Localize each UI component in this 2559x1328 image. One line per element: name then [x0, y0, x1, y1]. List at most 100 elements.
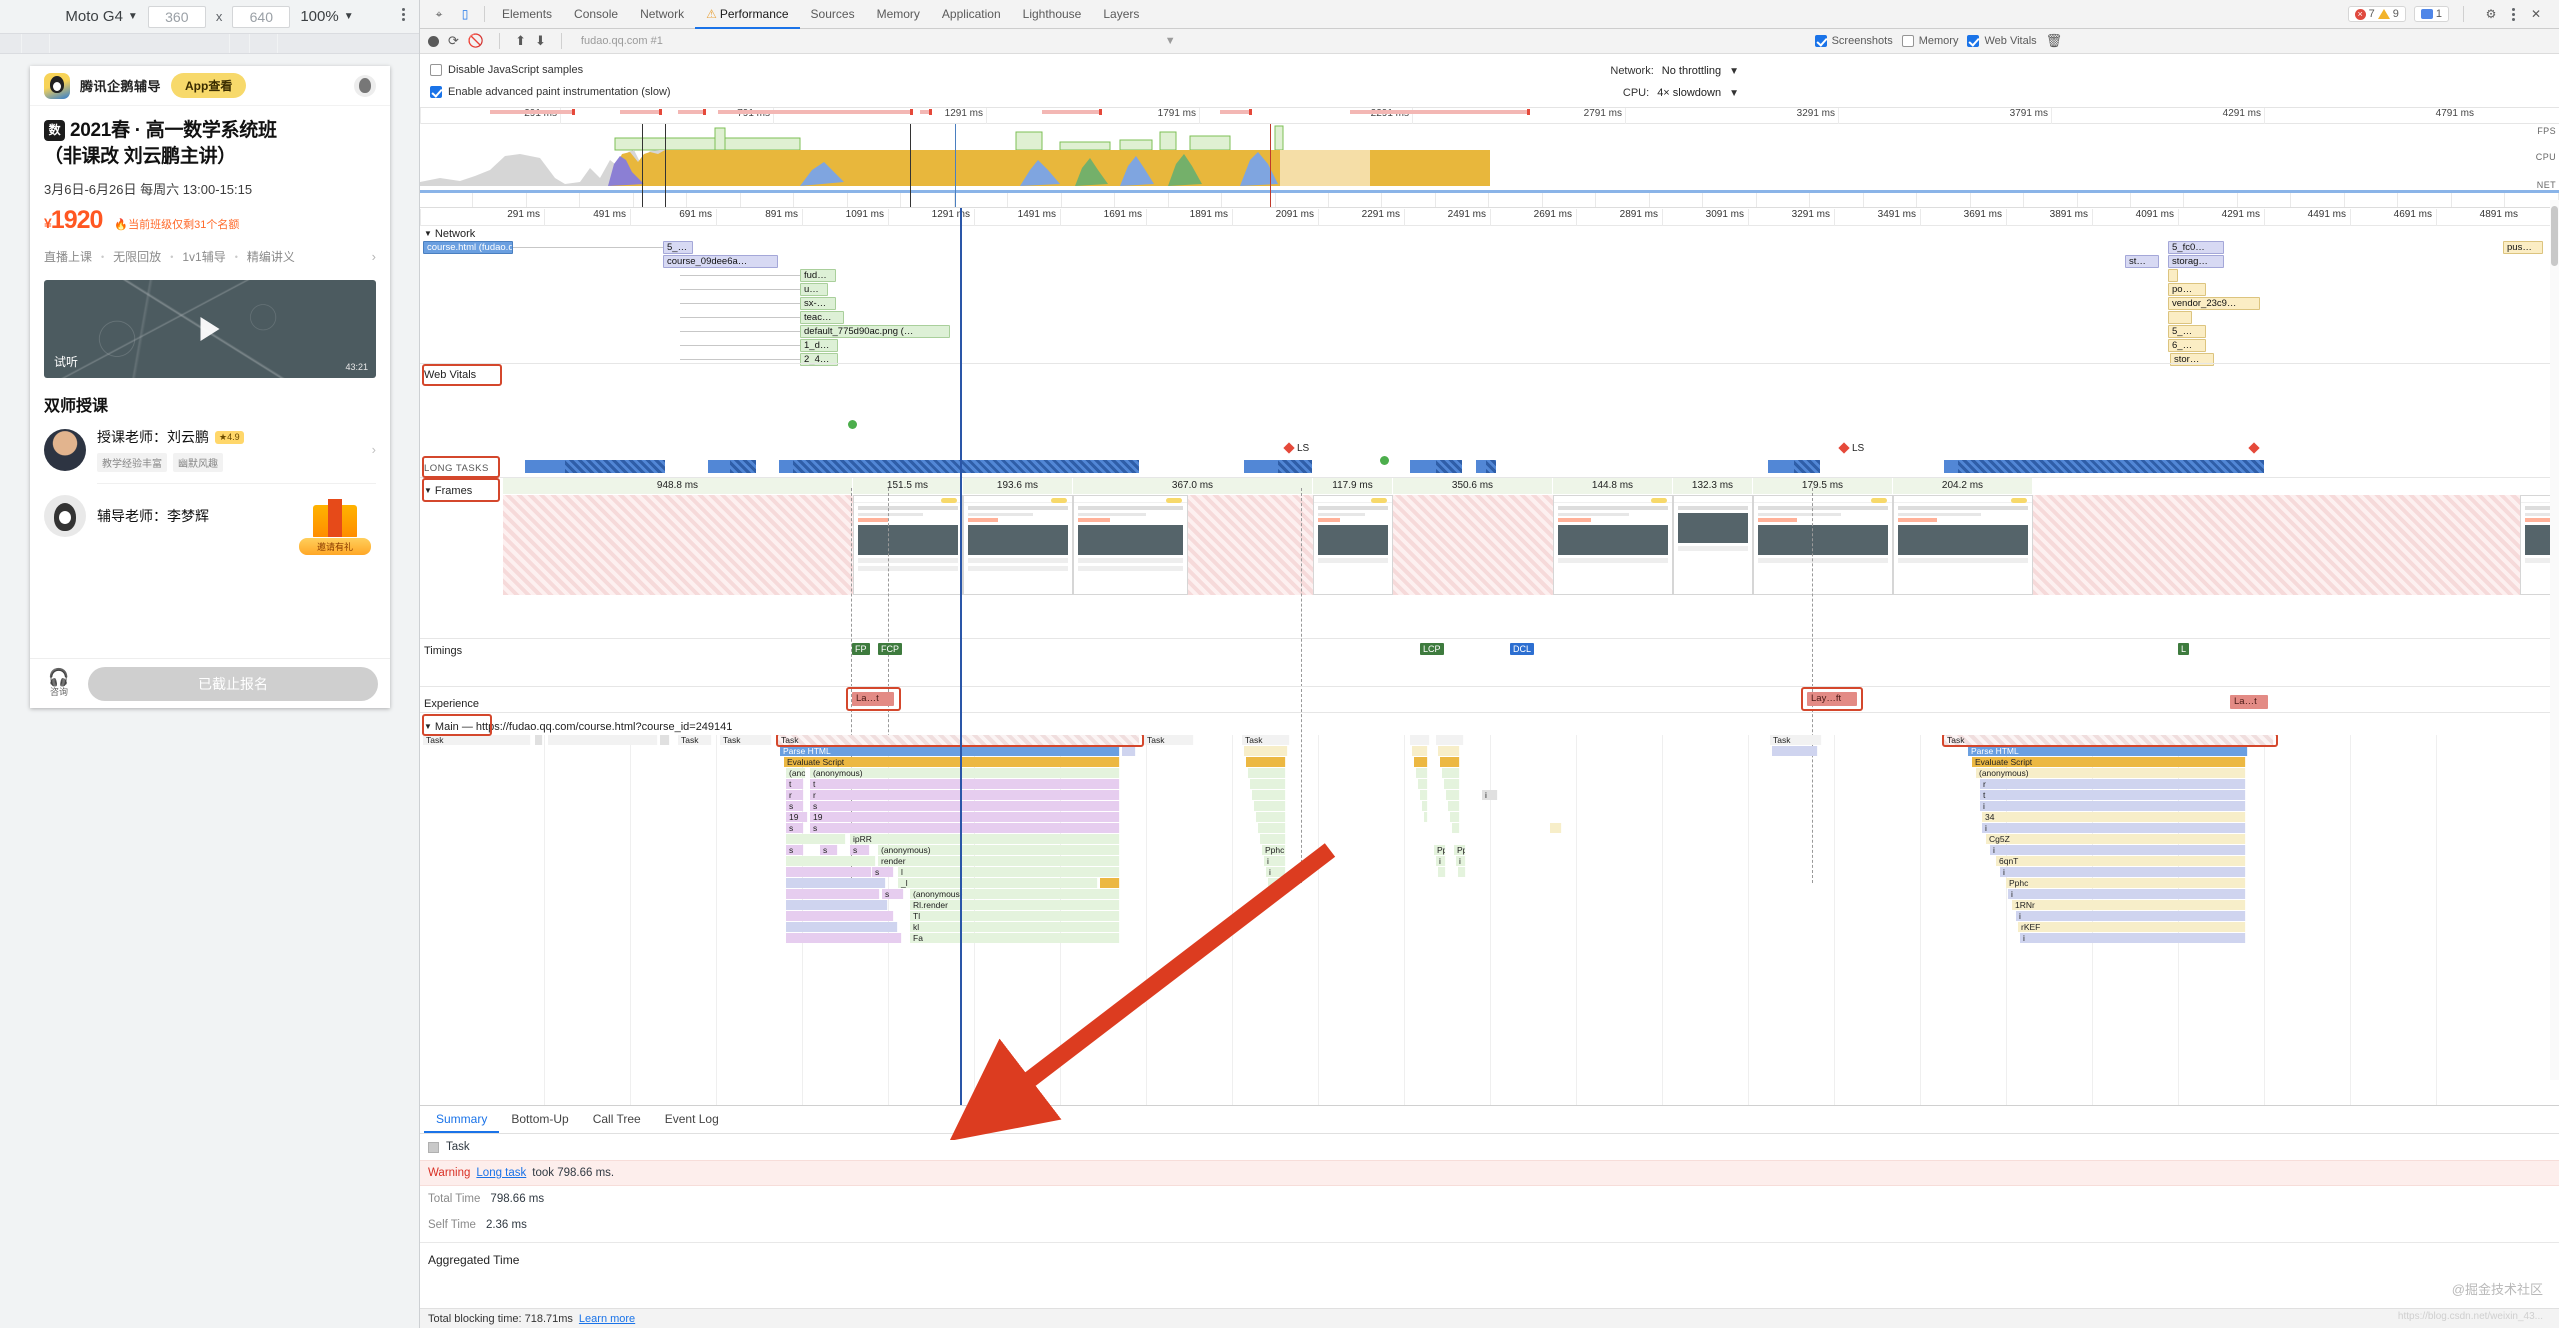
- flame-bar[interactable]: i: [1482, 790, 1498, 800]
- flame-bar[interactable]: Rl.render: [910, 900, 1120, 910]
- flame-bar[interactable]: Fa: [910, 933, 1120, 943]
- flame-bar[interactable]: r: [1980, 779, 2246, 789]
- flame-bar[interactable]: s: [786, 801, 804, 811]
- filmstrip-screenshot[interactable]: [853, 495, 963, 595]
- flame-bar[interactable]: s: [810, 801, 1120, 811]
- flame-bar[interactable]: [1442, 768, 1460, 778]
- network-request[interactable]: course.html (fudao.qq.c…: [423, 241, 513, 254]
- timing-marker-dcl[interactable]: DCL: [1510, 643, 1535, 655]
- flame-bar[interactable]: [1458, 867, 1466, 877]
- flame-bar[interactable]: 19: [810, 812, 1120, 822]
- tab-event-log[interactable]: Event Log: [653, 1106, 731, 1133]
- disable-js-samples-checkbox[interactable]: Disable JavaScript samples: [430, 59, 2549, 81]
- flame-bar[interactable]: i: [1266, 867, 1286, 877]
- flame-bar-selected[interactable]: Task: [778, 735, 1140, 745]
- track-label-main[interactable]: ▼ Main — https://fudao.qq.com/course.html…: [424, 721, 732, 733]
- flame-bar[interactable]: [786, 900, 888, 910]
- flame-bar[interactable]: [786, 856, 876, 866]
- frame-duration[interactable]: 948.8 ms: [503, 478, 853, 494]
- tab-sources[interactable]: Sources: [800, 0, 866, 29]
- gear-icon[interactable]: ⚙: [2478, 2, 2504, 26]
- teacher-row[interactable]: 辅导老师：李梦辉 邀请有礼: [44, 484, 376, 557]
- flame-bar[interactable]: (anonymous): [878, 845, 1120, 855]
- network-request[interactable]: sx-…: [800, 297, 836, 310]
- reload-record-icon[interactable]: ⟳: [448, 33, 459, 49]
- tab-bottom-up[interactable]: Bottom-Up: [499, 1106, 580, 1133]
- flame-bar[interactable]: t: [786, 779, 804, 789]
- flame-bar[interactable]: Task: [423, 735, 531, 745]
- flame-bar[interactable]: [1436, 735, 1464, 745]
- network-throttle-row[interactable]: Network: No throttling ▼: [1610, 60, 1739, 82]
- device-height-input[interactable]: 640: [232, 5, 291, 28]
- network-request[interactable]: 6_…: [2168, 339, 2206, 352]
- filmstrip-screenshot[interactable]: [1673, 495, 1753, 595]
- devtools-more-icon[interactable]: [2512, 7, 2515, 21]
- timing-marker-fcp[interactable]: FCP: [878, 643, 902, 655]
- save-profile-icon[interactable]: ⬇: [535, 33, 546, 49]
- consult-button[interactable]: 🎧 咨询: [42, 669, 76, 698]
- flame-bar[interactable]: _l: [898, 878, 1098, 888]
- flame-bar[interactable]: [1422, 801, 1428, 811]
- flame-bar[interactable]: i: [2008, 889, 2246, 899]
- flame-bar[interactable]: [786, 922, 898, 932]
- tab-console[interactable]: Console: [563, 0, 629, 29]
- network-request[interactable]: po…: [2168, 283, 2206, 296]
- inspect-element-icon[interactable]: ⌖: [426, 2, 452, 26]
- flame-bar[interactable]: Parse HTML: [1968, 746, 2248, 756]
- flame-bar[interactable]: [1122, 746, 1136, 756]
- flame-bar[interactable]: [1268, 878, 1286, 888]
- flame-bar[interactable]: Task: [1944, 735, 2274, 745]
- flame-bar[interactable]: Task: [1242, 735, 1290, 745]
- flame-bar[interactable]: [1450, 812, 1460, 822]
- layout-shift-chip[interactable]: Lay…ft: [1807, 692, 1857, 706]
- flame-bar[interactable]: [1448, 801, 1460, 811]
- frame-duration[interactable]: 132.3 ms: [1673, 478, 1753, 494]
- web-vital-marker[interactable]: [1380, 456, 1389, 465]
- flame-bar[interactable]: i: [1264, 856, 1286, 866]
- toggle-device-toolbar-icon[interactable]: ▯: [452, 2, 478, 26]
- network-request[interactable]: course_09dee6a…: [663, 255, 778, 268]
- device-viewport[interactable]: 腾讯企鹅辅导 App查看 数 2021春 · 高一数学系统班 （非课改 刘云鹏主讲…: [30, 66, 390, 708]
- flame-bar[interactable]: Task: [1144, 735, 1194, 745]
- filmstrip-screenshot[interactable]: [1893, 495, 2033, 595]
- timeline-overview[interactable]: 291 ms 791 ms 1291 ms 1791 ms 2291 ms 27…: [420, 108, 2559, 208]
- tab-layers[interactable]: Layers: [1092, 0, 1150, 29]
- flame-bar[interactable]: s: [850, 845, 870, 855]
- flame-bar[interactable]: i: [1436, 856, 1446, 866]
- flame-bar[interactable]: Task: [1770, 735, 1822, 745]
- web-vital-marker[interactable]: [848, 420, 857, 429]
- layout-shift-marker[interactable]: LS: [1838, 442, 1864, 454]
- flame-bar[interactable]: [1438, 746, 1460, 756]
- clear-icon[interactable]: 🚫: [468, 33, 484, 49]
- flame-bar[interactable]: (anonymous): [910, 889, 1120, 899]
- network-request[interactable]: default_775d90ac.png (…: [800, 325, 950, 338]
- filmstrip-screenshot[interactable]: [1073, 495, 1188, 595]
- flame-bar[interactable]: ipRR: [850, 834, 1120, 844]
- flame-bar[interactable]: i: [1990, 845, 2246, 855]
- flame-bar[interactable]: [1244, 746, 1288, 756]
- learn-more-link[interactable]: Learn more: [579, 1313, 635, 1325]
- network-request[interactable]: 5_…: [2168, 325, 2206, 338]
- flame-bar[interactable]: i: [1980, 801, 2246, 811]
- flame-bar[interactable]: (anonymous): [1976, 768, 2246, 778]
- flame-bar[interactable]: i: [2020, 933, 2246, 943]
- flame-bar[interactable]: [1418, 779, 1428, 789]
- tab-summary[interactable]: Summary: [424, 1106, 500, 1133]
- long-task-bar[interactable]: [1244, 460, 1312, 473]
- layout-shift-chip[interactable]: La…t: [852, 692, 894, 706]
- track-label-network[interactable]: ▼ Network: [424, 228, 475, 240]
- frame-duration[interactable]: 144.8 ms: [1553, 478, 1673, 494]
- flame-bar[interactable]: [1100, 878, 1120, 888]
- flame-bar[interactable]: 19: [786, 812, 808, 822]
- flame-bar[interactable]: Pphc: [2006, 878, 2246, 888]
- main-flame-chart[interactable]: Task Task Task Task Task Task Task Task: [420, 735, 2559, 1105]
- tab-elements[interactable]: Elements: [491, 0, 563, 29]
- flame-bar[interactable]: [786, 933, 902, 943]
- flame-bar[interactable]: [535, 735, 543, 745]
- network-request[interactable]: [2168, 269, 2178, 282]
- frame-duration[interactable]: 151.5 ms: [853, 478, 963, 494]
- flame-bar[interactable]: [1414, 757, 1428, 767]
- flame-bar[interactable]: [1550, 823, 1562, 833]
- layout-shift-marker[interactable]: [2248, 442, 2262, 454]
- flame-bar[interactable]: [660, 735, 670, 745]
